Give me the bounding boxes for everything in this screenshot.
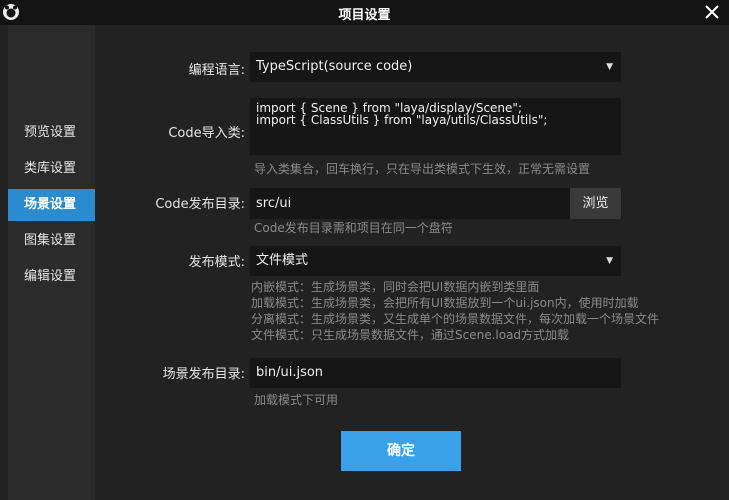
code-import-line: import { ClassUtils } from "laya/utils/C… [256,113,548,127]
close-icon[interactable] [701,1,723,23]
publish-mode-hint: 文件模式：只生成场景数据文件，通过Scene.load方式加载 [251,328,570,342]
publish-mode-label: 发布模式: [188,255,245,270]
language-select[interactable]: TypeScript(source code) ▼ [250,52,621,82]
publish-mode-value: 文件模式 [256,253,309,268]
sidebar-item-scene[interactable]: 场景设置 [8,189,107,221]
confirm-button[interactable]: 确定 [341,431,461,471]
window-title: 项目设置 [338,8,391,23]
code-output-hint: Code发布目录需和项目在同一个盘符 [254,221,453,235]
title-bar: 项目设置 [0,0,729,25]
language-value: TypeScript(source code) [256,59,413,74]
browse-button[interactable]: 浏览 [570,188,621,219]
sidebar-item-preview[interactable]: 预览设置 [8,117,95,149]
scene-output-hint: 加载模式下可用 [254,393,339,407]
language-label: 编程语言: [188,63,245,78]
scene-output-label: 场景发布目录: [162,367,245,382]
publish-mode-hint: 加载模式：生成场景类，会把所有UI数据放到一个ui.json内，使用时加载 [251,296,639,310]
code-output-input[interactable]: src/ui [250,188,570,219]
code-import-hint: 导入类集合，回车换行，只在导出类模式下生效，正常无需设置 [254,162,591,176]
sidebar-item-atlas[interactable]: 图集设置 [8,225,95,257]
publish-mode-select[interactable]: 文件模式 ▼ [250,246,621,276]
sidebar-item-editor[interactable]: 编辑设置 [8,261,95,293]
scene-output-input[interactable]: bin/ui.json [250,358,621,388]
code-output-label: Code发布目录: [155,197,245,212]
code-import-label: Code导入类: [168,126,245,141]
code-import-textarea[interactable]: import { Scene } from "laya/display/Scen… [250,98,621,155]
left-gutter [0,25,8,500]
publish-mode-hint: 内嵌模式：生成场景类，同时会把UI数据内嵌到类里面 [251,280,540,294]
settings-panel: 编程语言: TypeScript(source code) ▼ Code导入类:… [95,25,729,500]
chevron-down-icon: ▼ [606,256,613,266]
chevron-down-icon: ▼ [606,62,613,72]
sidebar: 预览设置 类库设置 场景设置 图集设置 编辑设置 [8,25,107,500]
publish-mode-hint: 分离模式：生成场景类，又生成单个的场景数据文件，每次加载一个场景文件 [251,312,660,326]
sidebar-item-library[interactable]: 类库设置 [8,153,95,185]
